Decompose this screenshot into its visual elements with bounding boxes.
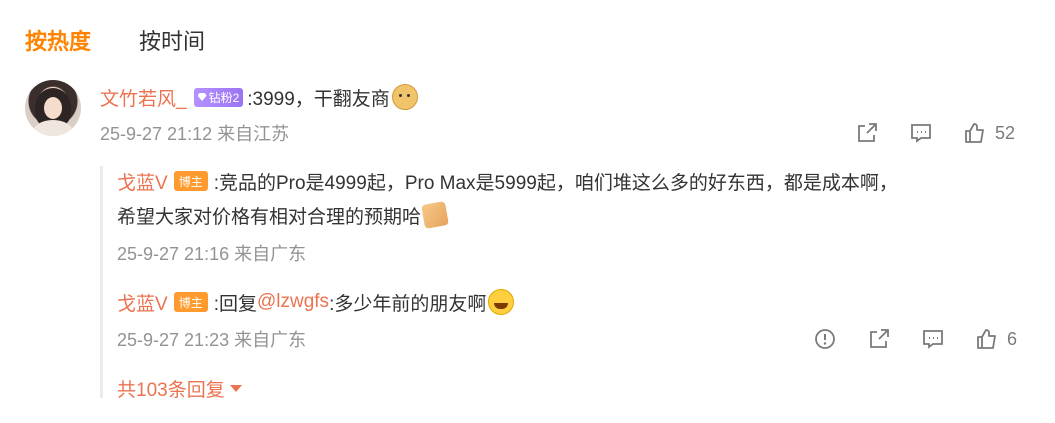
thumbs-up-icon bbox=[977, 329, 996, 349]
reply-line-2: 希望大家对价格有相对合理的预期哈 bbox=[117, 201, 449, 229]
sort-tabs: 按热度 按时间 bbox=[25, 22, 253, 58]
host-badge: 博主 bbox=[173, 171, 208, 191]
comment-text: :3999，干翻友商 bbox=[247, 88, 390, 110]
host-badge: 博主 bbox=[173, 292, 208, 312]
reply-username[interactable]: 戈蓝V bbox=[117, 168, 168, 195]
caret-down-icon bbox=[229, 384, 242, 392]
like-button[interactable]: 52 bbox=[963, 121, 1015, 145]
share-button[interactable] bbox=[867, 327, 891, 351]
doge-emoji-icon bbox=[391, 84, 418, 110]
reply-text: :多少年前的朋友啊 bbox=[329, 293, 487, 315]
more-replies-link[interactable]: 共103条回复 bbox=[117, 375, 242, 402]
tab-by-hot[interactable]: 按热度 bbox=[25, 24, 91, 56]
fan-badge-label: 钻粉2 bbox=[208, 90, 240, 105]
reply-text: :竞品的Pro是4999起，Pro Max是5999起，咱们堆这么多的好东西，都… bbox=[213, 172, 898, 194]
reply-button[interactable] bbox=[909, 121, 933, 145]
avatar[interactable] bbox=[25, 80, 81, 136]
mention-link[interactable]: @lzwgfs bbox=[257, 291, 329, 313]
pray-hands-emoji-icon bbox=[421, 201, 449, 229]
laughing-tears-emoji-icon bbox=[488, 289, 515, 315]
reply-line: 戈蓝V 博主 :竞品的Pro是4999起，Pro Max是5999起，咱们堆这么… bbox=[117, 167, 898, 195]
share-icon bbox=[870, 329, 889, 348]
reply-thread-divider bbox=[100, 166, 103, 398]
share-button[interactable] bbox=[855, 121, 879, 145]
diamond-icon bbox=[197, 93, 207, 101]
reply-username[interactable]: 戈蓝V bbox=[117, 289, 168, 316]
reply-meta: 25-9-27 21:23 来自广东 bbox=[117, 330, 307, 350]
comment-icon bbox=[923, 330, 943, 349]
fan-badge[interactable]: 钻粉2 bbox=[193, 87, 244, 107]
reply-button[interactable] bbox=[921, 327, 945, 351]
report-button[interactable] bbox=[813, 327, 837, 351]
reply-text-continued: 希望大家对价格有相对合理的预期哈 bbox=[117, 206, 422, 228]
like-count: 52 bbox=[995, 122, 1016, 143]
more-replies-row: 共103条回复 bbox=[117, 374, 242, 402]
like-count: 6 bbox=[1007, 328, 1018, 349]
comment-icon bbox=[911, 124, 931, 143]
reply-actions: 6 bbox=[813, 325, 1017, 353]
thumbs-up-icon bbox=[965, 123, 984, 143]
comment-line: 文竹若风_ 钻粉2 :3999，干翻友商 bbox=[100, 83, 418, 111]
reply-line: 戈蓝V 博主 :回复 @lzwgfs :多少年前的朋友啊 bbox=[117, 288, 515, 316]
tab-by-time[interactable]: 按时间 bbox=[139, 24, 205, 56]
reply-prefix: :回复 bbox=[213, 293, 257, 315]
comment-username[interactable]: 文竹若风_ bbox=[100, 84, 187, 111]
like-button[interactable]: 6 bbox=[975, 327, 1017, 351]
share-icon bbox=[858, 123, 877, 142]
reply-meta: 25-9-27 21:16 来自广东 bbox=[117, 244, 307, 264]
alert-icon bbox=[815, 329, 835, 349]
more-replies-label: 共103条回复 bbox=[117, 379, 225, 401]
comment-meta: 25-9-27 21:12 来自江苏 bbox=[100, 124, 290, 144]
comment-actions: 52 bbox=[855, 119, 1015, 147]
